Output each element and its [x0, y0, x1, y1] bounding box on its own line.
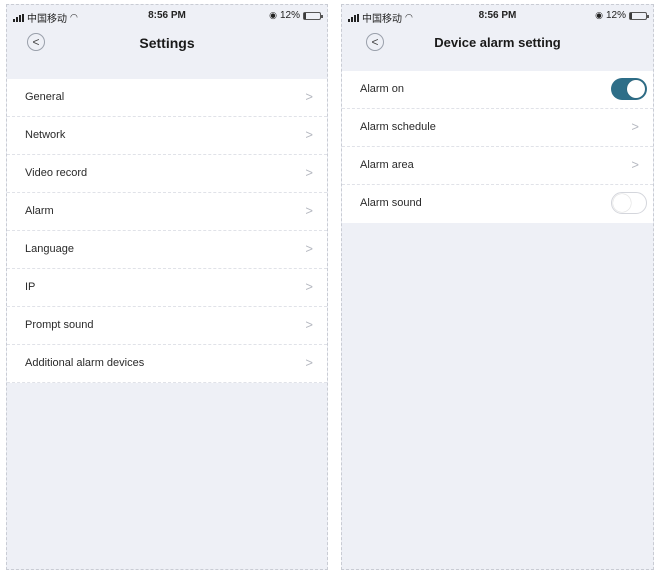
- item-label: General: [25, 91, 65, 103]
- settings-item-language[interactable]: Language >: [7, 231, 327, 269]
- status-bar: 中国移动 ◠ 8:56 PM ◉ 12%: [342, 5, 653, 27]
- chevron-right-icon: >: [305, 127, 313, 142]
- settings-item-alarm[interactable]: Alarm >: [7, 193, 327, 231]
- item-label: Video record: [25, 167, 88, 179]
- page-title: Device alarm setting: [434, 35, 561, 50]
- alarm-sound-row: Alarm sound: [342, 185, 653, 223]
- toggle-knob: [627, 80, 645, 98]
- battery-percent: 12%: [605, 10, 626, 21]
- chevron-right-icon: >: [631, 157, 639, 172]
- settings-item-network[interactable]: Network >: [7, 117, 327, 155]
- status-bar: 中国移动 ◠ 8:56 PM ◉ 12%: [7, 5, 327, 27]
- alarm-settings-list: Alarm on Alarm schedule > Alarm area > A…: [342, 71, 653, 223]
- settings-screen: 中国移动 ◠ 8:56 PM ◉ 12% < Settings General …: [6, 4, 328, 570]
- nav-bar: < Settings: [7, 27, 327, 65]
- toggle-knob: [613, 194, 631, 212]
- chevron-right-icon: >: [305, 203, 313, 218]
- alarm-area-row[interactable]: Alarm area >: [342, 147, 653, 185]
- settings-item-general[interactable]: General >: [7, 79, 327, 117]
- alarm-on-row: Alarm on: [342, 71, 653, 109]
- item-label: IP: [25, 281, 36, 293]
- chevron-right-icon: >: [305, 355, 313, 370]
- alarm-schedule-row[interactable]: Alarm schedule >: [342, 109, 653, 147]
- chevron-right-icon: >: [305, 165, 313, 180]
- chevron-right-icon: >: [305, 241, 313, 256]
- settings-list: General > Network > Video record > Alarm…: [7, 79, 327, 383]
- battery-icon: [629, 11, 649, 20]
- settings-item-prompt-sound[interactable]: Prompt sound >: [7, 307, 327, 345]
- chevron-right-icon: >: [305, 317, 313, 332]
- item-label: Additional alarm devices: [25, 357, 145, 369]
- nav-bar: < Device alarm setting: [342, 27, 653, 65]
- item-label: Language: [25, 243, 74, 255]
- item-label: Alarm area: [360, 159, 414, 171]
- device-alarm-screen: 中国移动 ◠ 8:56 PM ◉ 12% < Device alarm sett…: [341, 4, 654, 570]
- item-label: Network: [25, 129, 66, 141]
- alarm-clock-icon: ◉: [269, 10, 277, 20]
- item-label: Alarm: [25, 205, 54, 217]
- item-label: Prompt sound: [25, 319, 94, 331]
- alarm-on-toggle[interactable]: [611, 78, 647, 100]
- chevron-right-icon: >: [305, 279, 313, 294]
- item-label: Alarm on: [360, 83, 405, 95]
- settings-item-video-record[interactable]: Video record >: [7, 155, 327, 193]
- chevron-right-icon: >: [305, 89, 313, 104]
- page-title: Settings: [139, 35, 195, 51]
- item-label: Alarm sound: [360, 197, 422, 209]
- battery-percent: 12%: [279, 10, 300, 21]
- item-label: Alarm schedule: [360, 121, 436, 133]
- battery-icon: [303, 11, 323, 20]
- alarm-clock-icon: ◉: [595, 10, 603, 20]
- settings-item-ip[interactable]: IP >: [7, 269, 327, 307]
- settings-item-additional-alarm-devices[interactable]: Additional alarm devices >: [7, 345, 327, 383]
- chevron-right-icon: >: [631, 119, 639, 134]
- alarm-sound-toggle[interactable]: [611, 192, 647, 214]
